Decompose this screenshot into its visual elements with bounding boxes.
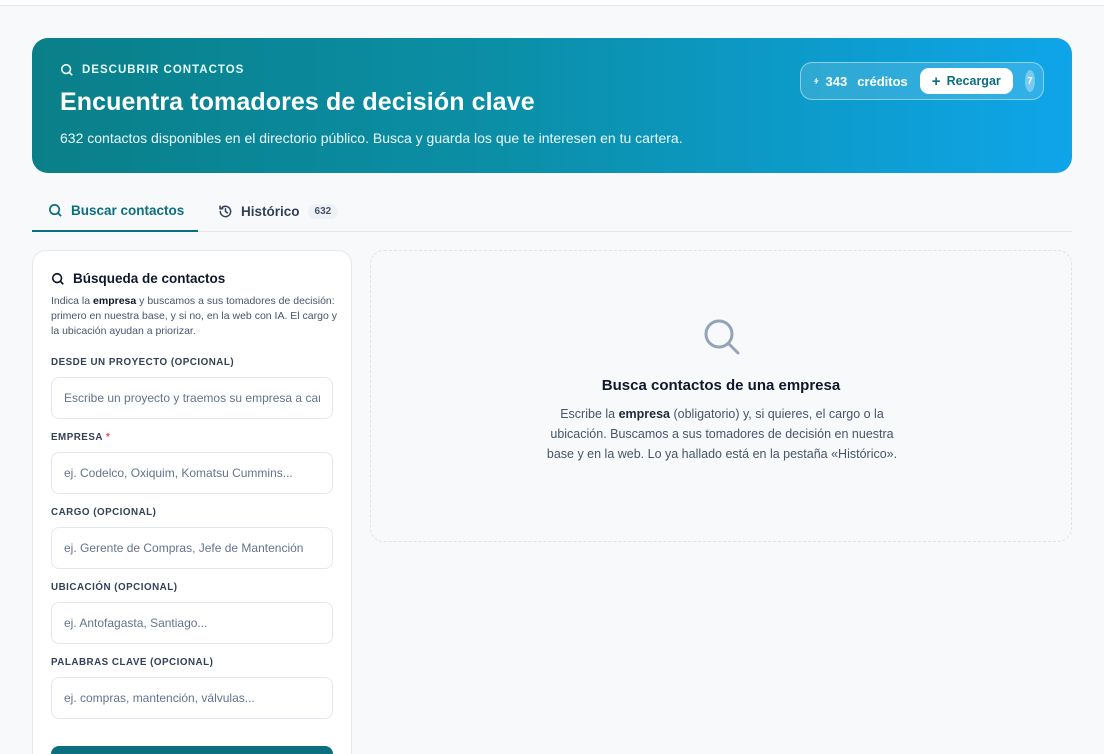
project-input[interactable] — [51, 377, 333, 419]
search-icon — [49, 203, 62, 217]
page-title: Encuentra tomadores de decisión clave — [60, 88, 535, 116]
location-field-label: UBICACIÓN (OPCIONAL) — [51, 582, 178, 593]
hero-eyebrow: DESCUBRIR CONTACTOS — [60, 63, 244, 77]
empty-state-title: Busca contactos de una empresa — [601, 377, 841, 394]
form-title-text: Búsqueda de contactos — [73, 271, 226, 286]
desc-bold: empresa — [93, 295, 137, 307]
company-input[interactable] — [51, 452, 333, 494]
company-label-text: EMPRESA — [51, 432, 103, 443]
history-icon — [219, 204, 232, 217]
role-field-label: CARGO (OPCIONAL) — [51, 507, 157, 518]
tab-label: Histórico — [241, 203, 300, 219]
recharge-label: Recargar — [946, 74, 1001, 88]
form-description: Indica la empresa y buscamos a sus tomad… — [51, 294, 337, 339]
role-input[interactable] — [51, 527, 333, 569]
hero-banner: DESCUBRIR CONTACTOS Encuentra tomadores … — [32, 38, 1072, 173]
hero-eyebrow-text: DESCUBRIR CONTACTOS — [82, 64, 245, 76]
form-title: Búsqueda de contactos — [51, 271, 225, 286]
empty-state-text: Escribe la empresa (obligatorio) y, si q… — [542, 404, 902, 464]
company-field-label: EMPRESA * — [51, 432, 110, 443]
search-icon — [51, 272, 64, 285]
search-submit-button[interactable] — [51, 746, 333, 754]
project-field-label: DESDE UN PROYECTO (OPCIONAL) — [51, 357, 235, 368]
tab-bar: Buscar contactos Histórico 632 — [32, 190, 1072, 232]
keywords-field-label: PALABRAS CLAVE (OPCIONAL) — [51, 657, 214, 668]
plus-icon: + — [931, 72, 941, 90]
search-icon — [60, 63, 73, 76]
credits-label: créditos — [857, 73, 908, 89]
tab-search-contacts[interactable]: Buscar contactos — [32, 190, 198, 232]
tab-label: Buscar contactos — [71, 202, 185, 218]
location-input[interactable] — [51, 602, 333, 644]
tab-count-badge: 632 — [307, 203, 339, 219]
empty-text-part: Escribe la — [560, 407, 619, 421]
search-icon — [704, 319, 740, 355]
tab-history[interactable]: Histórico 632 — [218, 190, 339, 232]
top-bar — [0, 0, 1104, 6]
recharge-button[interactable]: + Recargar — [919, 68, 1013, 94]
credits-badge[interactable]: 7 — [1024, 70, 1035, 92]
required-marker: * — [105, 432, 111, 443]
empty-state: Busca contactos de una empresa Escribe l… — [370, 250, 1072, 542]
desc-text: Indica la — [51, 295, 94, 307]
empty-text-bold: empresa — [618, 407, 671, 421]
keywords-input[interactable] — [51, 677, 333, 719]
bolt-icon — [814, 78, 819, 84]
contact-search-form: Búsqueda de contactos Indica la empresa … — [32, 250, 352, 754]
credits-pill: 343 créditos + Recargar 7 — [800, 62, 1044, 100]
credits-count: 343 — [825, 73, 848, 89]
hero-subtitle: 632 contactos disponibles en el director… — [60, 130, 683, 146]
